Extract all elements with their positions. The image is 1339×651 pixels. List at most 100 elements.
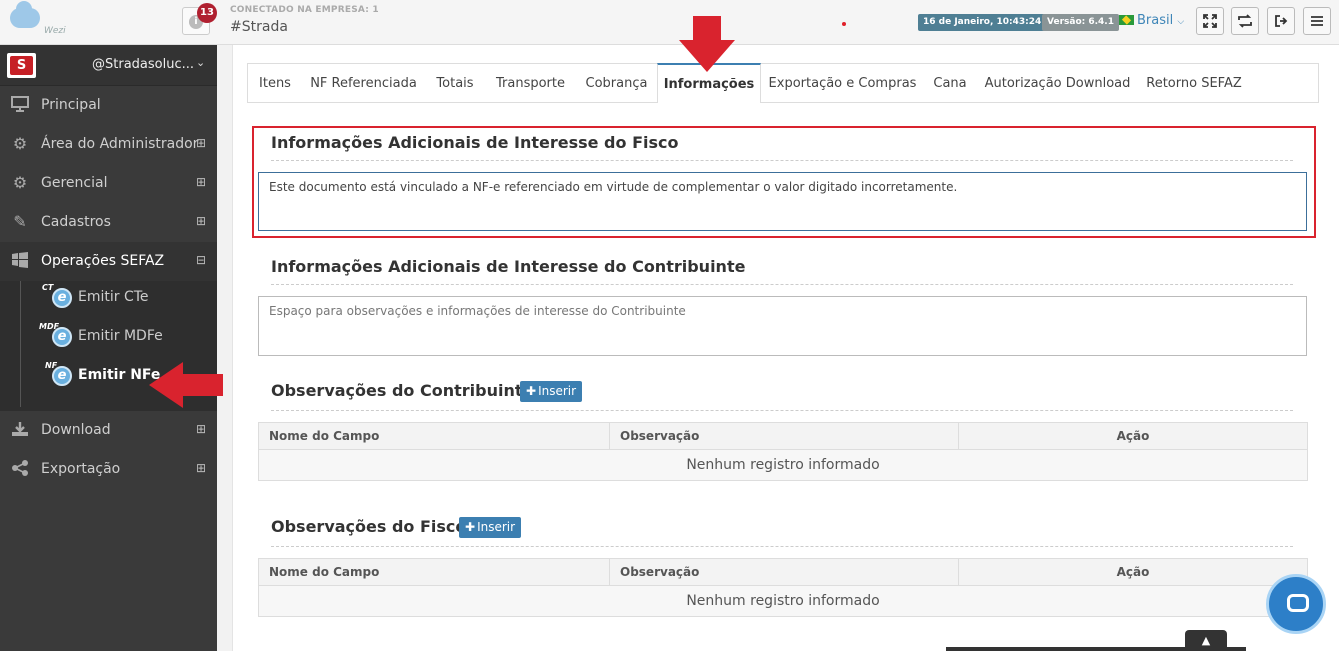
sidebar-item-exportacao[interactable]: Exportação ⊞ [0, 450, 217, 489]
sidebar-item-admin[interactable]: ⚙ Área do Administrador ⊞ [0, 125, 217, 164]
notification-badge: 13 [197, 3, 217, 23]
expand-icon: ⊞ [196, 175, 207, 189]
tab-cobranca[interactable]: Cobrança [576, 64, 657, 103]
cloud-icon [10, 1, 40, 28]
contrib-textarea[interactable]: Espaço para observações e informações de… [258, 296, 1307, 356]
company-name: #Strada [230, 19, 288, 35]
sidebar-item-label: Download [41, 422, 111, 438]
gears-icon: ⚙ [12, 173, 28, 192]
logo-text: Wezi [44, 26, 66, 36]
sidebar-item-label: Operações SEFAZ [41, 253, 165, 269]
edit-icon: ✎ [13, 212, 27, 231]
expand-icon: ⊞ [196, 422, 207, 436]
column-header: Observação [610, 559, 959, 586]
sidebar-item-emitir-cte[interactable]: CT e Emitir CTe [42, 281, 212, 311]
insert-label: Inserir [477, 520, 516, 534]
main-content: Itens NF Referenciada Totais Transporte … [232, 45, 1339, 651]
tab-exportacao-compras[interactable]: Exportação e Compras [761, 64, 924, 103]
logout-button[interactable] [1267, 7, 1295, 35]
sidebar-item-label: Exportação [41, 461, 121, 477]
share-icon [10, 460, 30, 478]
insert-label: Inserir [538, 384, 577, 398]
nfe-icon: NF e [42, 361, 72, 387]
sidebar-item-principal[interactable]: Principal [0, 86, 217, 125]
datetime-badge: 16 de Janeiro, 10:43:24 [918, 14, 1047, 31]
cte-icon: CT e [42, 283, 72, 309]
refresh-button[interactable] [1231, 7, 1259, 35]
account-name: @Stradasoluc... [92, 57, 195, 72]
divider [271, 546, 1293, 547]
submenu-line [20, 281, 21, 407]
plus-icon: ✚ [465, 520, 476, 534]
sidebar-item-label: Principal [41, 97, 101, 113]
column-header: Nome do Campo [259, 423, 610, 450]
tab-totais[interactable]: Totais [425, 64, 485, 103]
tab-autorizacao-download[interactable]: Autorização Download [976, 64, 1139, 103]
fisco-title: Informações Adicionais de Interesse do F… [271, 133, 679, 152]
tab-bar: Itens NF Referenciada Totais Transporte … [247, 63, 1319, 103]
table-header: Nome do Campo Observação Ação [259, 423, 1307, 450]
tab-nf-referenciada[interactable]: NF Referenciada [302, 64, 425, 103]
logout-icon [1275, 15, 1288, 27]
windows-icon [10, 252, 30, 270]
sidebar-item-label: Cadastros [41, 214, 111, 230]
monitor-icon [10, 96, 30, 114]
menu-icon [1311, 16, 1323, 26]
fullscreen-icon [1203, 14, 1217, 28]
divider [271, 284, 1293, 285]
column-header: Observação [610, 423, 959, 450]
insert-obs-fisco-button[interactable]: ✚ Inserir [459, 517, 522, 538]
column-header: Ação [1116, 429, 1150, 443]
sidebar-item-label: Emitir CTe [78, 289, 149, 305]
chat-widget-button[interactable] [1266, 574, 1326, 634]
tab-retorno-sefaz[interactable]: Retorno SEFAZ [1139, 64, 1249, 103]
chevron-up-icon: ▲ [1201, 634, 1211, 647]
divider [271, 410, 1293, 411]
gears-icon: ⚙ [12, 134, 28, 153]
version-badge: Versão: 6.4.1 [1042, 14, 1119, 31]
menu-button[interactable] [1303, 7, 1331, 35]
obs-fisco-table: Nome do Campo Observação Ação Nenhum reg… [258, 558, 1308, 617]
company-logo [7, 53, 36, 78]
arrow-down-annotation-icon [679, 16, 735, 72]
sidebar-item-emitir-mdfe[interactable]: MDF e Emitir MDFe [39, 320, 212, 350]
sidebar-item-label: Gerencial [41, 175, 108, 191]
sidebar-item-gerencial[interactable]: ⚙ Gerencial ⊞ [0, 164, 217, 203]
divider [271, 160, 1293, 161]
account-selector[interactable]: @Stradasoluc... ⌄ [0, 45, 217, 86]
scroll-up-button[interactable]: ▲ [1185, 630, 1227, 651]
contrib-title: Informações Adicionais de Interesse do C… [271, 257, 746, 276]
expand-icon: ⊞ [196, 214, 207, 228]
brazil-flag-icon [1119, 15, 1134, 25]
obs-fisco-title: Observações do Fisco [271, 517, 467, 536]
app-logo[interactable]: Wezi [6, 1, 66, 40]
fisco-textarea[interactable]: Este documento está vinculado a NF-e ref… [258, 172, 1307, 231]
sidebar-item-cadastros[interactable]: ✎ Cadastros ⊞ [0, 203, 217, 242]
sidebar-item-download[interactable]: Download ⊞ [0, 411, 217, 450]
top-bar: Wezi i 13 CONECTADO NA EMPRESA: 1 #Strad… [0, 0, 1339, 45]
column-header: Ação [1116, 565, 1150, 579]
country-selector[interactable]: Brasil ⌵ [1119, 13, 1184, 28]
tab-transporte[interactable]: Transporte [485, 64, 576, 103]
collapse-icon: ⊟ [196, 253, 207, 267]
sidebar-item-label: Área do Administrador [41, 136, 199, 152]
column-header: Nome do Campo [259, 559, 610, 586]
tab-itens[interactable]: Itens [248, 64, 302, 103]
table-empty-row: Nenhum registro informado [259, 450, 1307, 480]
notifications-button[interactable]: i 13 [182, 3, 217, 35]
arrow-left-annotation-icon [149, 362, 223, 408]
plus-icon: ✚ [526, 384, 537, 398]
chat-icon [1287, 594, 1309, 612]
chevron-down-icon: ⌵ [1177, 17, 1185, 27]
obs-contrib-title: Observações do Contribuinte [271, 381, 534, 400]
country-label: Brasil [1137, 13, 1174, 28]
sidebar-item-operacoes-sefaz[interactable]: Operações SEFAZ ⊟ [0, 242, 217, 281]
sidebar-item-label: Emitir MDFe [78, 328, 163, 344]
expand-icon: ⊞ [196, 461, 207, 475]
insert-obs-contrib-button[interactable]: ✚ Inserir [520, 381, 583, 402]
expand-icon: ⊞ [196, 136, 207, 150]
fullscreen-button[interactable] [1196, 7, 1224, 35]
obs-contrib-table: Nome do Campo Observação Ação Nenhum reg… [258, 422, 1308, 481]
tab-cana[interactable]: Cana [924, 64, 976, 103]
refresh-icon [1238, 14, 1252, 28]
